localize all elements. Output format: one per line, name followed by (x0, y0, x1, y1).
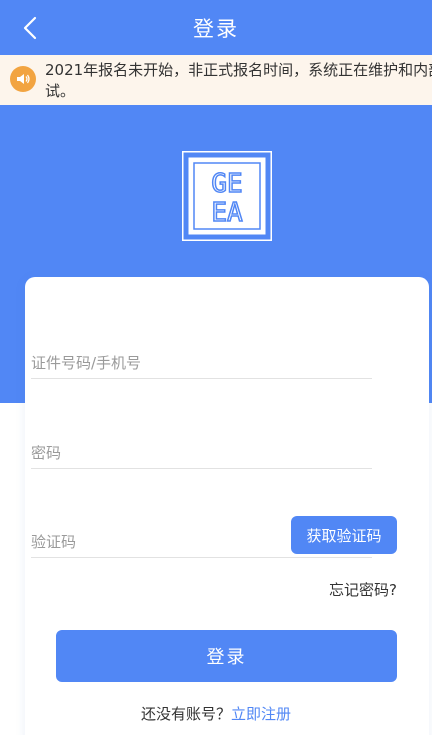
notice-text-line2: 试。 (45, 82, 76, 100)
page-title: 登录 (193, 16, 239, 41)
login-button[interactable]: 登录 (56, 630, 397, 682)
get-code-button[interactable]: 获取验证码 (291, 516, 397, 554)
notice-bar: 2021年报名未开始，非正式报名时间，系统正在维护和内部 试。 (0, 55, 432, 105)
logo-text-row1: GE (211, 169, 242, 199)
geea-logo: GE EA (182, 151, 272, 241)
chevron-left-icon (23, 16, 37, 40)
code-input[interactable] (31, 533, 251, 551)
notice-text-line1: 2021年报名未开始，非正式报名时间，系统正在维护和内部 (45, 61, 432, 79)
id-input[interactable] (31, 354, 372, 372)
no-account-text: 还没有账号？ (140, 705, 231, 723)
speaker-icon (10, 66, 36, 92)
register-link[interactable]: 立即注册 (231, 705, 291, 723)
forgot-password-link[interactable]: 忘记密码? (329, 579, 397, 600)
password-field (31, 423, 372, 469)
login-page: 登录 2021年报名未开始，非正式报名时间，系统正在维护和内部 试。 GE EA (0, 0, 432, 735)
id-field (31, 333, 372, 379)
back-button[interactable] (10, 8, 50, 48)
password-input[interactable] (31, 444, 372, 462)
logo-text-row2: EA (211, 198, 243, 228)
app-header: 登录 (0, 0, 432, 55)
register-prompt: 还没有账号？立即注册 (0, 703, 432, 724)
